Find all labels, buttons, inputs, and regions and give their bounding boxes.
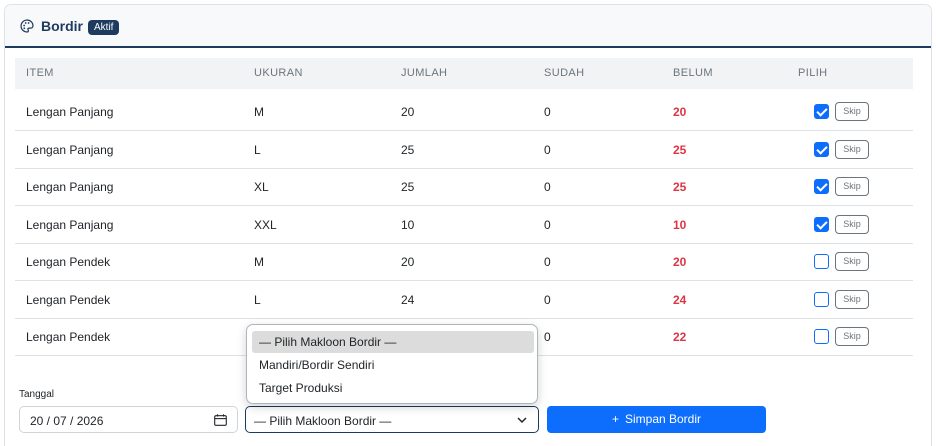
status-badge: Aktif: [88, 20, 120, 35]
belum-cell: 24: [673, 293, 687, 307]
pilih-checkbox[interactable]: [814, 142, 829, 157]
item-cell: Lengan Panjang: [26, 143, 114, 157]
sudah-cell: 0: [544, 180, 551, 194]
palette-icon: [20, 19, 34, 33]
skip-button[interactable]: Skip: [835, 215, 869, 234]
save-bordir-label: Simpan Bordir: [624, 412, 702, 426]
ukuran-cell: L: [254, 293, 261, 307]
skip-button[interactable]: Skip: [835, 252, 869, 271]
jumlah-cell: 10: [401, 218, 415, 232]
chevron-down-icon: [517, 417, 527, 424]
table-header: ITEM UKURAN JUMLAH SUDAH BELUM PILIH: [15, 58, 913, 89]
item-cell: Lengan Panjang: [26, 180, 114, 194]
item-cell: Lengan Pendek: [26, 255, 111, 269]
table-row: Lengan Panjang XL 25 0 25 Skip: [15, 168, 913, 206]
column-header-pilih: PILIH: [798, 67, 828, 79]
save-bordir-button[interactable]: + Simpan Bordir: [547, 406, 766, 433]
plus-icon: +: [611, 412, 619, 426]
table-row: Lengan Panjang M 20 0 20 Skip: [15, 93, 913, 131]
belum-cell: 25: [673, 143, 687, 157]
makloon-dropdown: — Pilih Makloon Bordir — Mandiri/Bordir …: [246, 324, 538, 404]
skip-button[interactable]: Skip: [835, 140, 869, 159]
jumlah-cell: 25: [401, 143, 415, 157]
skip-button[interactable]: Skip: [835, 102, 869, 121]
column-header-ukuran: UKURAN: [254, 67, 303, 79]
jumlah-cell: 24: [401, 293, 415, 307]
makloon-option-target[interactable]: Target Produksi: [252, 377, 534, 399]
sudah-cell: 0: [544, 330, 551, 344]
makloon-select[interactable]: — Pilih Makloon Bordir —: [245, 406, 539, 433]
pilih-checkbox[interactable]: [814, 217, 829, 232]
pilih-checkbox[interactable]: [814, 292, 829, 307]
skip-button[interactable]: Skip: [835, 177, 869, 196]
tanggal-label: Tanggal: [19, 389, 55, 400]
skip-button[interactable]: Skip: [835, 327, 869, 346]
pilih-checkbox[interactable]: [814, 329, 829, 344]
table-row: Lengan Pendek L 24 0 24 Skip: [15, 281, 913, 319]
column-header-sudah: SUDAH: [544, 67, 585, 79]
table-row: Lengan Panjang XXL 10 0 10 Skip: [15, 206, 913, 244]
sudah-cell: 0: [544, 293, 551, 307]
card-title: Bordir: [41, 18, 83, 34]
column-header-jumlah: JUMLAH: [401, 67, 448, 79]
ukuran-cell: M: [254, 255, 264, 269]
makloon-option-mandiri[interactable]: Mandiri/Bordir Sendiri: [252, 354, 534, 376]
makloon-selected-value: — Pilih Makloon Bordir —: [254, 414, 392, 428]
belum-cell: 20: [673, 105, 687, 119]
ukuran-cell: XL: [254, 180, 269, 194]
tanggal-input[interactable]: 20 / 07 / 2026: [19, 406, 238, 433]
jumlah-cell: 25: [401, 180, 415, 194]
table-row: Lengan Pendek M 20 0 20 Skip: [15, 243, 913, 281]
item-cell: Lengan Panjang: [26, 105, 114, 119]
sudah-cell: 0: [544, 218, 551, 232]
pilih-checkbox[interactable]: [814, 179, 829, 194]
skip-button[interactable]: Skip: [835, 290, 869, 309]
calendar-icon[interactable]: [214, 414, 227, 426]
table-row: Lengan Panjang L 25 0 25 Skip: [15, 131, 913, 169]
column-header-item: ITEM: [26, 67, 54, 79]
sudah-cell: 0: [544, 105, 551, 119]
ukuran-cell: M: [254, 105, 264, 119]
sudah-cell: 0: [544, 143, 551, 157]
pilih-checkbox[interactable]: [814, 104, 829, 119]
belum-cell: 25: [673, 180, 687, 194]
belum-cell: 10: [673, 218, 687, 232]
tanggal-value: 20 / 07 / 2026: [30, 414, 104, 428]
item-cell: Lengan Pendek: [26, 330, 111, 344]
belum-cell: 20: [673, 255, 687, 269]
belum-cell: 22: [673, 330, 687, 344]
sudah-cell: 0: [544, 255, 551, 269]
pilih-checkbox[interactable]: [814, 254, 829, 269]
card-header: Bordir Aktif: [5, 5, 931, 48]
column-header-belum: BELUM: [673, 67, 713, 79]
item-cell: Lengan Panjang: [26, 218, 114, 232]
makloon-option-placeholder[interactable]: — Pilih Makloon Bordir —: [252, 331, 534, 353]
ukuran-cell: XXL: [254, 218, 277, 232]
jumlah-cell: 20: [401, 255, 415, 269]
jumlah-cell: 20: [401, 105, 415, 119]
item-cell: Lengan Pendek: [26, 293, 111, 307]
ukuran-cell: L: [254, 143, 261, 157]
